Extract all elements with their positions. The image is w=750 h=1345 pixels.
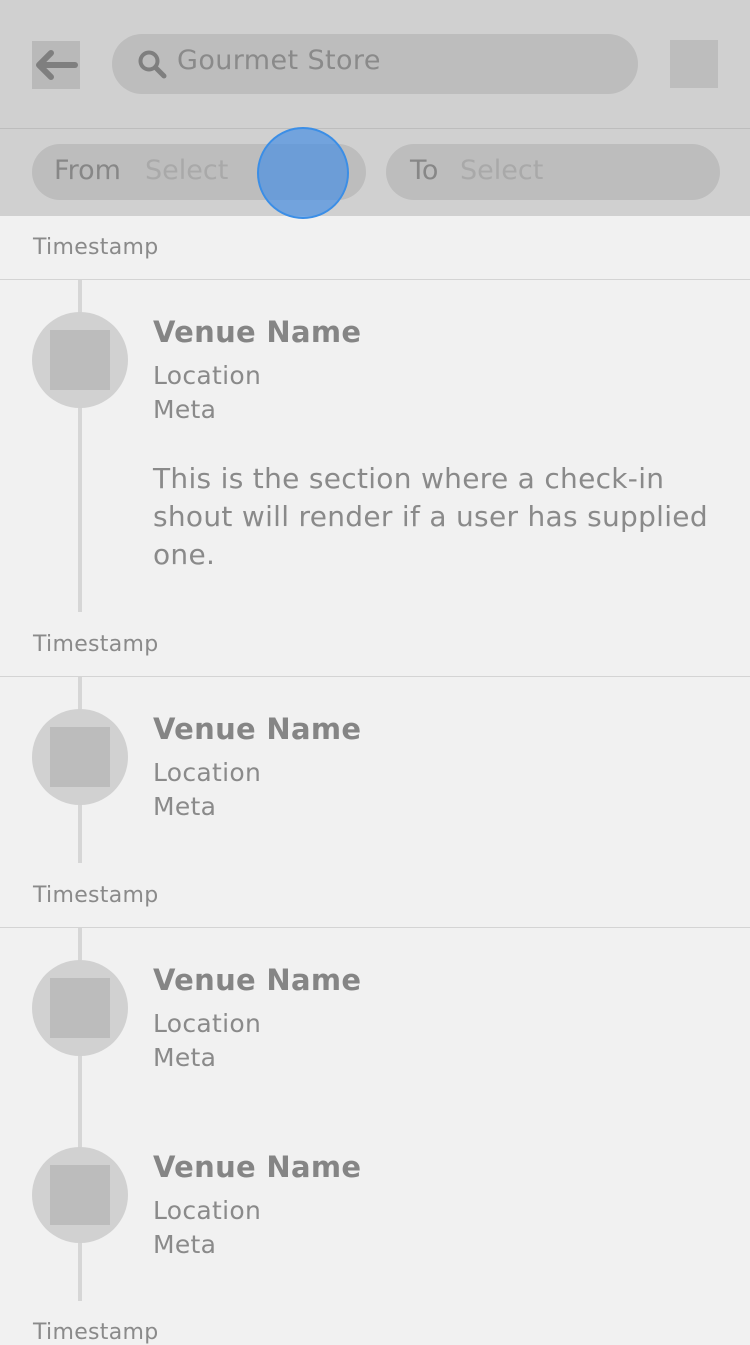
venue-location: Location — [153, 1196, 262, 1225]
venue-location: Location — [153, 758, 262, 787]
from-select-value[interactable]: Select — [145, 155, 228, 186]
touch-indicator — [257, 127, 349, 219]
venue-name[interactable]: Venue Name — [153, 1150, 361, 1184]
venue-name[interactable]: Venue Name — [153, 315, 361, 349]
menu-button[interactable] — [670, 40, 718, 88]
venue-meta: Meta — [153, 1230, 217, 1259]
divider — [0, 279, 750, 280]
venue-meta: Meta — [153, 1043, 217, 1072]
venue-image-placeholder — [50, 330, 110, 390]
arrow-left-icon — [36, 50, 78, 80]
checkin-shout: This is the section where a check-in sho… — [153, 462, 708, 571]
search-input-value[interactable]: Gourmet Store — [177, 45, 381, 76]
venue-location: Location — [153, 361, 262, 390]
timestamp-header: Timestamp — [33, 1320, 159, 1345]
venue-location: Location — [153, 1009, 262, 1038]
to-select-value[interactable]: Select — [460, 155, 543, 186]
divider — [0, 676, 750, 677]
back-button[interactable] — [32, 41, 80, 89]
venue-image-placeholder — [50, 727, 110, 787]
timestamp-header: Timestamp — [33, 632, 159, 657]
venue-meta: Meta — [153, 792, 217, 821]
venue-image-placeholder — [50, 1165, 110, 1225]
venue-name[interactable]: Venue Name — [153, 963, 361, 997]
to-label: To — [410, 155, 439, 186]
timestamp-header: Timestamp — [33, 235, 159, 260]
divider — [0, 927, 750, 928]
venue-name[interactable]: Venue Name — [153, 712, 361, 746]
venue-image-placeholder — [50, 978, 110, 1038]
from-label: From — [54, 155, 121, 186]
timestamp-header: Timestamp — [33, 883, 159, 908]
venue-meta: Meta — [153, 395, 217, 424]
search-icon — [138, 50, 167, 79]
